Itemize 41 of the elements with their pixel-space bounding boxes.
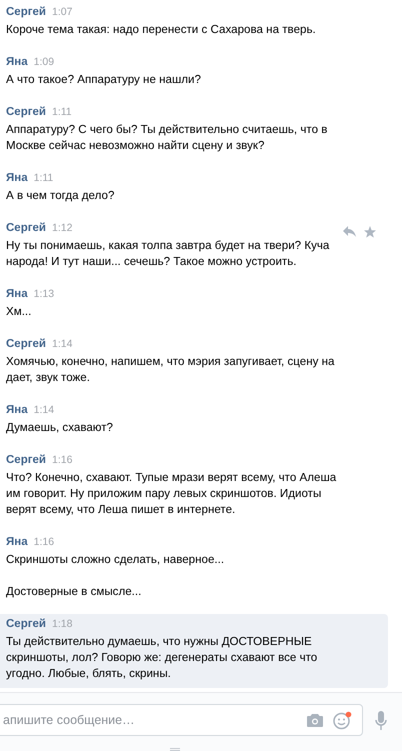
message-text: Хомячью, конечно, напишем, что мэрия запугивает, сцену на дает, звук тоже. [6, 354, 336, 386]
message-time: 1:14 [52, 338, 72, 350]
message-text: Ты действительно думаешь, что нужны ДОСТОВЕРНЫЕ скриншоты, лол? Говорю же: дегенераты схавают все что угодно. Любые, блять, скрины. [6, 634, 318, 682]
message-time: 1:14 [34, 404, 54, 416]
message-text: А что такое? Аппаратуру не нашли? [6, 72, 202, 88]
author-name[interactable]: Сергей [6, 106, 46, 118]
author-name[interactable]: Сергей [6, 222, 46, 234]
author-name[interactable]: Яна [6, 172, 28, 184]
message-text: Хм... [6, 304, 32, 320]
author-name[interactable]: Сергей [6, 618, 46, 630]
message-time: 1:09 [34, 56, 54, 68]
message-time: 1:11 [34, 172, 54, 184]
message-text: А в чем тогда дело? [6, 188, 116, 204]
camera-icon[interactable] [307, 714, 323, 726]
message-text: Думаешь, схавают? [6, 420, 114, 436]
author-name[interactable]: Сергей [6, 338, 46, 350]
author-name[interactable]: Яна [6, 288, 28, 300]
message-text: Аппаратуру? С чего бы? Ты действительно считаешь, что в Москве сейчас невозможно найти сцену и звук? [6, 122, 328, 154]
message-time: 1:13 [34, 288, 54, 300]
microphone-icon[interactable] [375, 710, 387, 730]
message-text: Что? Конечно, схавают. Тупые мрази верят всему, что Алеша им говорит. Ну приложим пару левых скриншотов. Идиоты верят всему, что Леша пишет в интернете. [6, 470, 338, 518]
author-name[interactable]: Яна [6, 56, 28, 68]
message-field[interactable]: апишите сообщение… [0, 704, 363, 736]
author-name[interactable]: Сергей [6, 454, 46, 466]
author-name[interactable]: Яна [6, 404, 28, 416]
message-time: 1:07 [52, 6, 72, 18]
message-text: Короче тема такая: надо перенести с Сахарова на тверь. [6, 22, 317, 38]
message-time: 1:11 [52, 106, 72, 118]
smiley-icon[interactable] [333, 710, 352, 730]
message-text: Скриншоты сложно сделать, наверное... [6, 552, 226, 568]
drag-handle-icon[interactable] [170, 748, 180, 751]
reply-icon[interactable] [343, 226, 356, 237]
message-time: 1:16 [52, 454, 72, 466]
message-text: Ну ты понимаешь, какая толпа завтра будет на твери? Куча народа! И тут наши... сечешь? Такое можно устроить. [6, 238, 330, 270]
message-time: 1:12 [52, 222, 72, 234]
author-name[interactable]: Яна [6, 536, 28, 548]
message-time: 1:18 [52, 618, 72, 630]
message-time: 1:16 [34, 536, 54, 548]
star-icon[interactable] [364, 226, 376, 238]
message-text: Достоверные в смысле... [6, 584, 142, 600]
author-name[interactable]: Сергей [6, 6, 46, 18]
